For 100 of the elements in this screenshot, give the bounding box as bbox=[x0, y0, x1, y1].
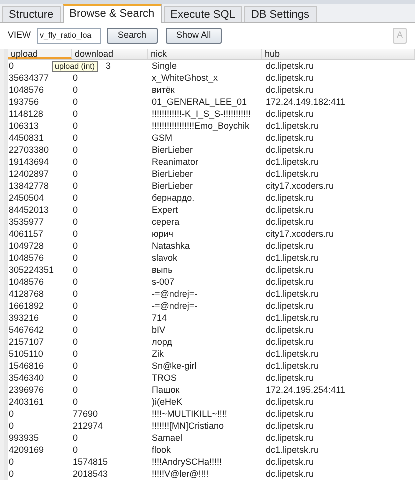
table-cell: 0 bbox=[73, 277, 78, 287]
table-cell: 0 bbox=[73, 301, 78, 311]
table-cell: dc.lipetsk.ru bbox=[266, 457, 314, 467]
table-cell: BierLieber bbox=[152, 145, 194, 155]
table-cell: Samael bbox=[152, 433, 183, 443]
column-header[interactable]: download bbox=[72, 49, 148, 59]
table-cell: Пашок bbox=[152, 385, 180, 395]
table-cell: !!!!AndrySCHa!!!!! bbox=[152, 457, 222, 467]
table-cell: s-007 bbox=[152, 277, 175, 287]
table-cell: 0 bbox=[9, 457, 14, 467]
table-cell: !!!!!!!!!!!!-K_I_S_S-!!!!!!!!!!! bbox=[152, 109, 252, 119]
column-header[interactable]: hub bbox=[262, 49, 415, 59]
table-cell: 2403161 bbox=[9, 397, 44, 407]
table-cell: 993935 bbox=[9, 433, 40, 443]
table-cell: 305224351 bbox=[9, 265, 54, 275]
table-cell: 1048576 bbox=[9, 277, 44, 287]
table-cell: 106313 bbox=[9, 121, 40, 131]
table-cell: 0 bbox=[73, 193, 78, 203]
table-cell: 4209169 bbox=[9, 445, 44, 455]
table-cell: 5467642 bbox=[9, 325, 44, 335]
table-cell: dc.lipetsk.ru bbox=[266, 277, 314, 287]
table-cell: dc.lipetsk.ru bbox=[266, 145, 314, 155]
table-cell: 212974 bbox=[73, 421, 104, 431]
table-cell: юрич bbox=[152, 229, 174, 239]
table-cell: 172.24.149.182:411 bbox=[266, 97, 346, 107]
table-cell: 0 bbox=[73, 169, 78, 179]
table-cell: 1574815 bbox=[73, 457, 108, 467]
tab[interactable]: DB Settings bbox=[244, 6, 317, 22]
table-cell: dc.lipetsk.ru bbox=[266, 205, 314, 215]
table-cell: 0 bbox=[73, 205, 78, 215]
table-cell: 0 bbox=[73, 85, 78, 95]
column-header[interactable]: upload bbox=[8, 49, 72, 59]
tab[interactable]: Browse & Search bbox=[62, 4, 162, 23]
table-cell: 13842778 bbox=[9, 181, 50, 191]
table-cell: 35634377 bbox=[9, 73, 50, 83]
table-cell: dc.lipetsk.ru bbox=[266, 469, 314, 479]
table-cell: dc.lipetsk.ru bbox=[266, 85, 314, 95]
table-cell: 3535977 bbox=[9, 217, 44, 227]
table-cell: !!!!!!![MN]Cristiano bbox=[152, 421, 224, 431]
table-cell: city17.xcoders.ru bbox=[266, 229, 334, 239]
table-cell: 2396976 bbox=[9, 385, 44, 395]
table-cell: 193756 bbox=[9, 97, 40, 107]
table-cell: city17.xcoders.ru bbox=[266, 181, 334, 191]
table-cell: dc.lipetsk.ru bbox=[266, 241, 314, 251]
table-cell: !!!!!V@ler@!!!! bbox=[152, 469, 209, 479]
table-cell: 22703380 bbox=[9, 145, 50, 155]
table-cell: dc.lipetsk.ru bbox=[266, 337, 314, 347]
table-cell: 0 bbox=[9, 421, 14, 431]
view-field[interactable]: v_fly_ratio_loa bbox=[37, 28, 102, 44]
table-cell: dc.lipetsk.ru bbox=[266, 133, 314, 143]
toolbar-button[interactable]: Search bbox=[107, 28, 158, 44]
table-cell: 4128768 bbox=[9, 289, 44, 299]
table-cell: 5105110 bbox=[9, 349, 44, 359]
table-cell: 0 bbox=[73, 181, 78, 191]
table-cell: 0 bbox=[73, 397, 78, 407]
table-cell: dc.lipetsk.ru bbox=[266, 109, 314, 119]
tab[interactable]: Execute SQL bbox=[164, 6, 242, 22]
table-cell: 0 bbox=[73, 217, 78, 227]
table-cell: dc1.lipetsk.ru bbox=[266, 445, 320, 455]
table-cell: TROS bbox=[152, 373, 178, 383]
table-cell: -=@ndrej=- bbox=[152, 301, 198, 311]
table-cell: Zik bbox=[152, 349, 164, 359]
table-cell: BierLieber bbox=[152, 169, 194, 179]
table-cell: 2018543 bbox=[73, 469, 108, 479]
table-cell: 0 bbox=[73, 349, 78, 359]
table-cell: 714 bbox=[152, 313, 168, 323]
table-cell: dc1.lipetsk.ru bbox=[266, 313, 320, 323]
table-cell: 0 bbox=[73, 241, 78, 251]
table-cell: серега bbox=[152, 217, 180, 227]
table-cell: 1048576 bbox=[9, 253, 44, 263]
table-cell: dc.lipetsk.ru bbox=[266, 433, 314, 443]
table-cell: !!!!~MULTIKILL~!!!! bbox=[152, 409, 228, 419]
table-cell: 0 bbox=[73, 97, 78, 107]
table-cell: бернардо. bbox=[152, 193, 195, 203]
toolbar-button[interactable]: Show All bbox=[166, 28, 222, 44]
table-cell: 01_GENERAL_LEE_01 bbox=[152, 97, 248, 107]
table-cell: 19143694 bbox=[9, 157, 50, 167]
table-cell: 2450504 bbox=[9, 193, 44, 203]
table-cell: dc1.lipetsk.ru bbox=[266, 289, 320, 299]
table-cell: выпь bbox=[152, 265, 173, 275]
table-cell: x_WhiteGhost_x bbox=[152, 73, 218, 83]
table-cell: 0 bbox=[73, 361, 78, 371]
table-cell: flook bbox=[152, 445, 172, 455]
column-header[interactable]: nick bbox=[148, 49, 262, 59]
table-cell: 393216 bbox=[9, 313, 40, 323]
table-cell: dc.lipetsk.ru bbox=[266, 301, 314, 311]
view-label: VIEW bbox=[8, 29, 32, 42]
table-cell: dc1.lipetsk.ru bbox=[266, 253, 320, 263]
table-cell: GSM bbox=[152, 133, 173, 143]
table-cell: 2157107 bbox=[9, 337, 44, 347]
table-cell: !!!!!!!!!!!!!!!!!Emo_Boychik bbox=[152, 121, 250, 131]
tab[interactable]: Structure bbox=[2, 6, 61, 22]
table-cell: dc.lipetsk.ru bbox=[266, 397, 314, 407]
table-cell: dc.lipetsk.ru bbox=[266, 325, 314, 335]
table-cell: slavok bbox=[152, 253, 178, 263]
table-cell: dc.lipetsk.ru bbox=[266, 73, 314, 83]
table-cell: Sn@ke-girl bbox=[152, 361, 197, 371]
table-cell: 0 bbox=[73, 325, 78, 335]
table-cell: dc.lipetsk.ru bbox=[266, 373, 314, 383]
table-cell: 3546340 bbox=[9, 373, 44, 383]
